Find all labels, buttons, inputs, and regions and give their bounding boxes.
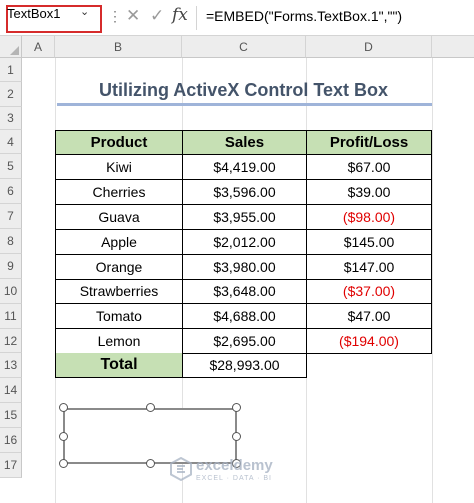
- sales-cell: $2,012.00: [183, 229, 307, 255]
- row-header[interactable]: 14: [0, 378, 22, 403]
- name-box-value: TextBox1: [7, 6, 61, 21]
- product-cell: Tomato: [56, 304, 183, 330]
- product-cell: Cherries: [56, 179, 183, 205]
- product-cell: Strawberries: [56, 279, 183, 305]
- row-header[interactable]: 4: [0, 130, 22, 154]
- resize-handle-right[interactable]: [232, 432, 241, 441]
- row-header[interactable]: 6: [0, 179, 22, 204]
- row-header[interactable]: 1: [0, 58, 22, 82]
- sales-cell: $4,688.00: [183, 304, 307, 330]
- row-header[interactable]: 13: [0, 353, 22, 378]
- watermark-tagline: EXCEL · DATA · BI: [196, 475, 272, 482]
- sales-cell: $2,695.00: [183, 329, 307, 355]
- watermark-name: exceldemy: [196, 457, 273, 474]
- gridline: [432, 58, 433, 503]
- row-header[interactable]: 9: [0, 254, 22, 279]
- header-sales: Sales: [183, 131, 307, 155]
- product-cell: Apple: [56, 229, 183, 255]
- product-cell: Kiwi: [56, 155, 183, 180]
- profit-loss-cell: $47.00: [307, 304, 432, 330]
- resize-handle-top[interactable]: [146, 403, 155, 412]
- formula-input[interactable]: =EMBED("Forms.TextBox.1",""): [206, 8, 402, 24]
- activex-textbox[interactable]: [63, 408, 237, 464]
- sales-cell: $4,419.00: [183, 155, 307, 180]
- profit-loss-cell: ($37.00): [307, 279, 432, 305]
- profit-loss-cell: $147.00: [307, 254, 432, 280]
- profit-loss-cell: ($98.00): [307, 204, 432, 230]
- exceldemy-logo-icon: [170, 457, 192, 481]
- insert-function-icon[interactable]: fx: [172, 5, 188, 25]
- resize-handle-bottom[interactable]: [146, 459, 155, 468]
- row-header[interactable]: 7: [0, 204, 22, 229]
- resize-handle-top-left[interactable]: [59, 403, 68, 412]
- resize-handle-left[interactable]: [59, 432, 68, 441]
- row-header[interactable]: 16: [0, 428, 22, 453]
- profit-loss-cell: $67.00: [307, 155, 432, 180]
- row-header[interactable]: 15: [0, 403, 22, 428]
- row-header[interactable]: 8: [0, 229, 22, 254]
- formula-separator: [196, 6, 197, 30]
- header-product: Product: [56, 131, 183, 155]
- data-table: Product Sales Profit/Loss Kiwi $4,419.00 $…: [55, 130, 432, 378]
- total-value: $28,993.00: [183, 353, 307, 378]
- product-cell: Guava: [56, 204, 183, 230]
- column-header-c[interactable]: C: [182, 36, 306, 58]
- total-label: Total: [55, 353, 183, 378]
- column-header-a[interactable]: A: [22, 36, 55, 58]
- row-header[interactable]: 12: [0, 329, 22, 353]
- sales-cell: $3,955.00: [183, 204, 307, 230]
- row-header[interactable]: 10: [0, 279, 22, 304]
- resize-handle-bottom-left[interactable]: [59, 459, 68, 468]
- product-cell: Orange: [56, 254, 183, 280]
- row-header[interactable]: 3: [0, 107, 22, 130]
- resize-handle-top-right[interactable]: [232, 403, 241, 412]
- title-underline: [57, 103, 432, 106]
- row-header[interactable]: 2: [0, 82, 22, 107]
- column-header-b[interactable]: B: [55, 36, 182, 58]
- profit-loss-cell: $39.00: [307, 179, 432, 205]
- enter-icon[interactable]: ✓: [150, 6, 164, 26]
- column-header-e[interactable]: [432, 36, 474, 58]
- profit-loss-cell: ($194.00): [307, 329, 432, 355]
- sales-cell: $3,980.00: [183, 254, 307, 280]
- cancel-icon[interactable]: ✕: [126, 6, 140, 26]
- select-all-icon: [10, 46, 19, 55]
- sales-cell: $3,596.00: [183, 179, 307, 205]
- row-header[interactable]: 17: [0, 453, 22, 478]
- chevron-down-icon[interactable]: ⌄: [80, 5, 89, 18]
- header-profit-loss: Profit/Loss: [307, 131, 432, 155]
- sheet-title: Utilizing ActiveX Control Text Box: [98, 80, 389, 100]
- row-header[interactable]: 5: [0, 154, 22, 179]
- more-options-icon[interactable]: ⋮: [108, 8, 122, 25]
- profit-loss-cell: $145.00: [307, 229, 432, 255]
- column-header-d[interactable]: D: [306, 36, 432, 58]
- product-cell: Lemon: [56, 329, 183, 355]
- row-header[interactable]: 11: [0, 304, 22, 329]
- sales-cell: $3,648.00: [183, 279, 307, 305]
